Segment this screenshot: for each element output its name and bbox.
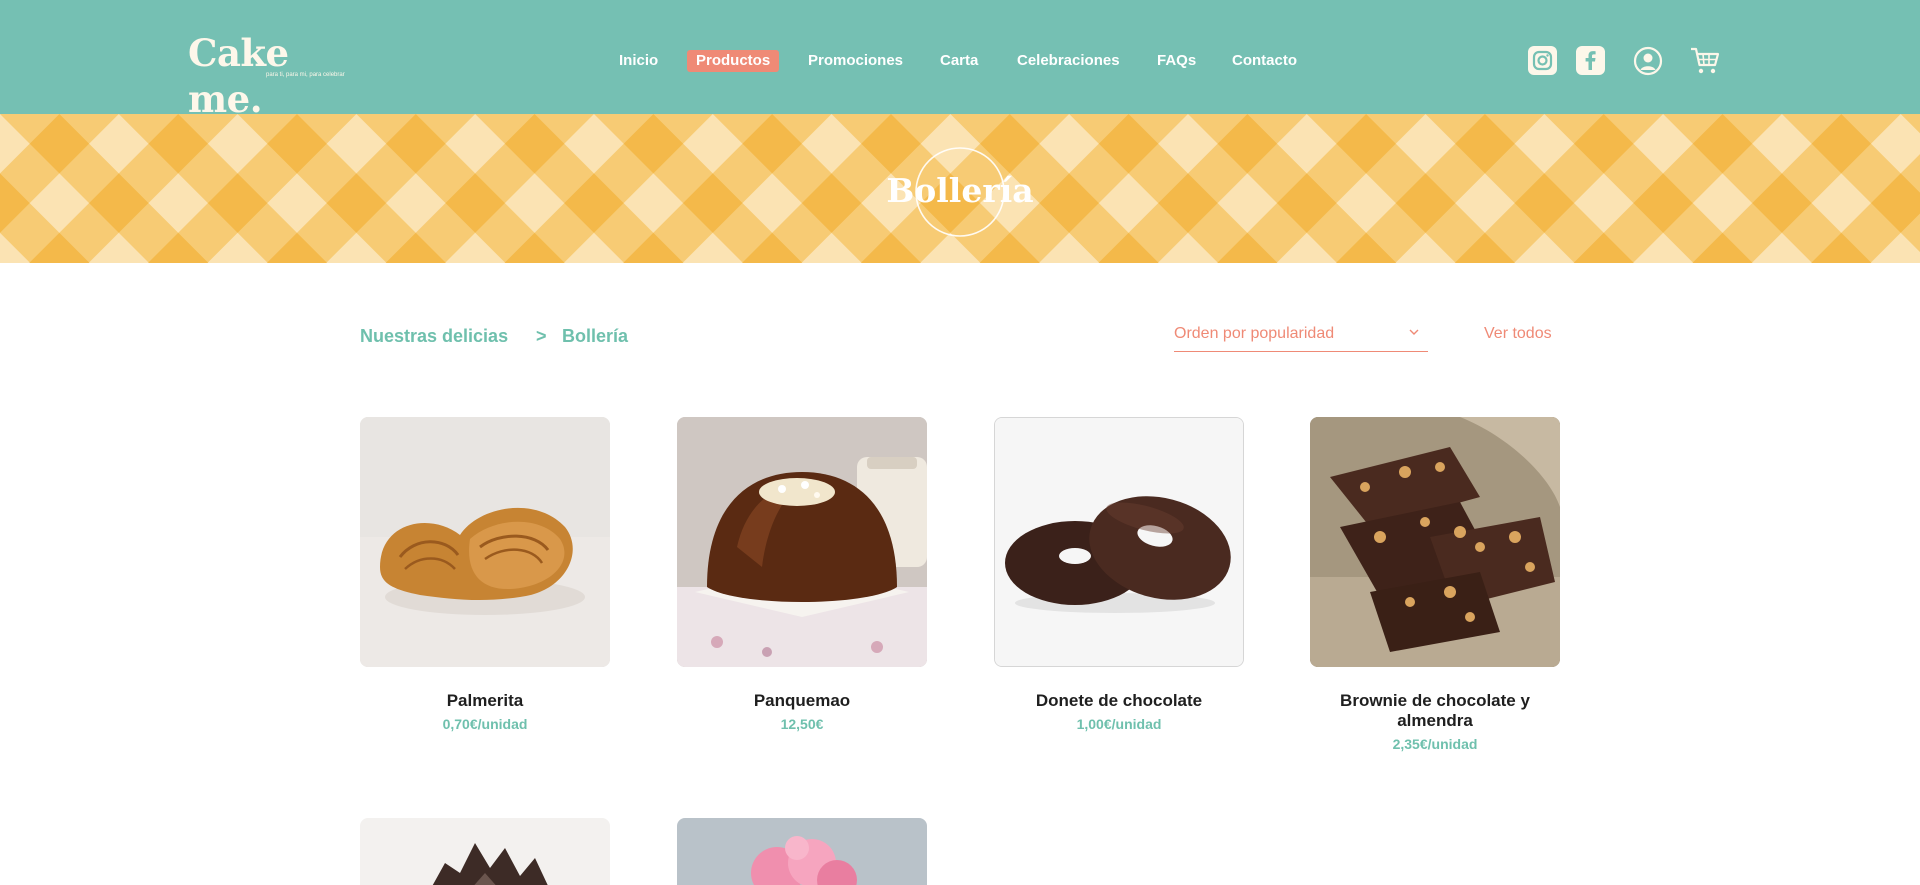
product-image[interactable] [360,417,610,667]
product-image[interactable] [677,417,927,667]
breadcrumb-parent[interactable]: Nuestras delicias [360,324,508,348]
product-price: 1,00€/unidad [1076,716,1162,732]
site-header: Cake me. para ti, para mi, para celebrar… [0,0,1920,121]
nav-item-faqs[interactable]: FAQs [1157,50,1196,72]
instagram-icon[interactable] [1528,46,1557,79]
user-icon[interactable] [1633,46,1663,80]
nav-item-contacto[interactable]: Contacto [1232,50,1297,72]
breadcrumb-separator: > [536,326,547,346]
sort-select[interactable]: Orden por popularidad [1174,322,1428,352]
product-price: 12,50€ [780,716,824,732]
nav-item-productos[interactable]: Productos [687,50,780,72]
breadcrumb-current: Bollería [562,326,629,346]
product-name[interactable]: Panquemao [677,691,927,711]
product-image[interactable] [1310,417,1560,667]
product-image[interactable] [360,818,610,885]
product-name[interactable]: Brownie de chocolate y almendra [1310,691,1560,731]
sort-label: Orden por popularidad [1174,325,1335,342]
nav-item-promociones[interactable]: Promociones [808,50,903,72]
product-image[interactable] [677,818,927,885]
nav-item-inicio[interactable]: Inicio [619,50,658,72]
product-name[interactable]: Palmerita [360,691,610,711]
page-title: Bollería [886,171,1034,210]
product-card[interactable]: Panquemao 12,50€ [677,417,927,732]
product-card[interactable]: Palmerita 0,70€/unidad [360,417,610,732]
facebook-icon[interactable] [1576,46,1605,79]
product-price: 2,35€/unidad [1392,736,1478,752]
main-nav: Inicio Productos Promociones Carta Celeb… [0,50,1920,72]
product-name[interactable]: Donete de chocolate [994,691,1244,711]
category-banner: Bollería [0,114,1920,263]
product-card[interactable] [360,818,610,885]
view-all-link[interactable]: Ver todos [1484,325,1552,343]
nav-item-celebraciones[interactable]: Celebraciones [1017,50,1120,72]
product-card[interactable]: Brownie de chocolate y almendra 2,35€/un… [1310,417,1560,752]
product-card[interactable]: Donete de chocolate 1,00€/unidad [994,417,1244,732]
product-card[interactable] [677,818,927,885]
nav-item-carta[interactable]: Carta [940,50,978,72]
cart-icon[interactable] [1690,46,1720,80]
product-image[interactable] [994,417,1244,667]
chevron-down-icon [1408,326,1420,340]
logo-tagline: para ti, para mi, para celebrar [266,72,345,78]
product-price: 0,70€/unidad [442,716,528,732]
